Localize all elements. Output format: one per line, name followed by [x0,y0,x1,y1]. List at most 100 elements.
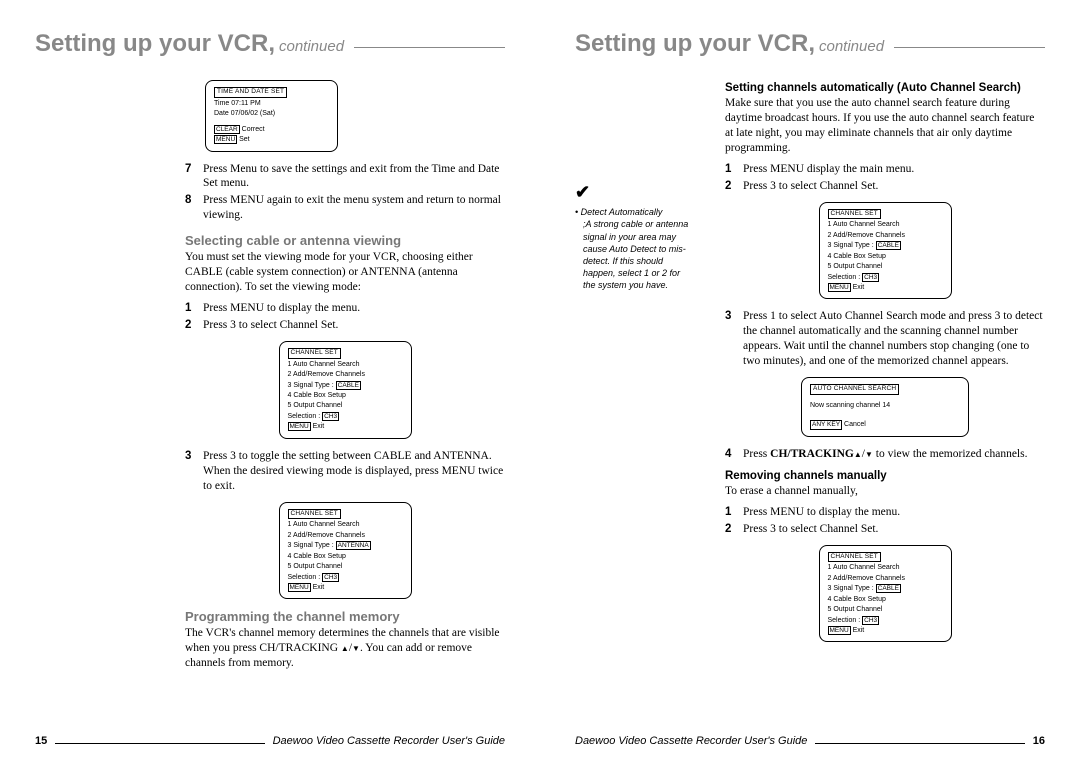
osd-title: AUTO CHANNEL SEARCH [810,384,899,395]
title-main: Setting up your VCR, [35,30,275,58]
osd-title: CHANNEL SET [288,509,341,520]
osd-row: MENU Exit [828,283,943,292]
osd-row: 1 Auto Channel Search [828,563,943,572]
footer-left: 15 Daewoo Video Cassette Recorder User's… [35,735,505,747]
step-number: 7 [185,162,203,192]
osd-channel-set-2: CHANNEL SET 1 Auto Channel Search 2 Add/… [819,545,952,643]
step-bold: CH/TRACKING [770,448,854,460]
osd-btn: MENU [828,283,851,292]
osd-row: Selection : CH3 [828,616,943,625]
osd-row: 5 Output Channel [288,562,403,571]
osd-label: Set [237,136,249,143]
osd-label: Exit [311,423,325,430]
step-1b: 1 Press MENU to display the menu. [725,505,1045,520]
step-number: 1 [185,301,203,316]
osd-row: 5 Output Channel [828,262,943,271]
osd-row: 3 Signal Type : ANTENNA [288,541,403,550]
osd-row: Now scanning channel 14 [810,401,960,410]
osd-label: Selection : [828,274,863,281]
osd-auto-channel-search: AUTO CHANNEL SEARCH Now scanning channel… [801,377,969,437]
osd-channel-set-cable: CHANNEL SET 1 Auto Channel Search 2 Add/… [279,341,412,439]
osd-channel-set-antenna: CHANNEL SET 1 Auto Channel Search 2 Add/… [279,502,412,600]
osd-btn: MENU [214,135,237,144]
osd-label: 3 Signal Type : [288,382,336,389]
step-number: 2 [185,318,203,333]
osd-row: 5 Output Channel [828,605,943,614]
osd-row: Time 07:11 PM [214,99,329,108]
page-number: 16 [1033,735,1045,747]
osd-label: Exit [851,627,865,634]
page-title-left: Setting up your VCR, continued [35,30,505,58]
osd-value: CH3 [862,273,879,282]
osd-label: Selection : [828,617,863,624]
footer-title: Daewoo Video Cassette Recorder User's Gu… [575,735,807,747]
osd-value: CABLE [336,381,361,390]
osd-row: MENU Exit [288,422,403,431]
osd-value: CH3 [322,573,339,582]
title-rule [354,47,505,48]
note-head-text: Detect Automatically [581,207,663,217]
osd-row: 3 Signal Type : CABLE [828,241,943,250]
step-2: 2 Press 3 to select Channel Set. [185,318,505,333]
step-text: Press 3 to toggle the setting between CA… [203,449,505,494]
osd-row: 3 Signal Type : CABLE [288,381,403,390]
osd-time-date: TIME AND DATE SET Time 07:11 PM Date 07/… [205,80,338,152]
osd-label: 3 Signal Type : [288,542,336,549]
step-2b: 2 Press 3 to select Channel Set. [725,522,1045,537]
osd-label: Selection : [288,574,323,581]
step-part: to view the memorized channels. [873,448,1028,460]
footer-rule [55,743,264,744]
triangle-down-icon [865,448,873,460]
osd-row: Date 07/06/02 (Sat) [214,109,329,118]
osd-title: CHANNEL SET [828,552,881,563]
osd-row: Selection : CH3 [288,412,403,421]
step-text: Press MENU to display the menu. [203,301,505,316]
step-number: 1 [725,505,743,520]
osd-title: CHANNEL SET [288,348,341,359]
footer-right: Daewoo Video Cassette Recorder User's Gu… [575,735,1045,747]
osd-row: 3 Signal Type : CABLE [828,584,943,593]
osd-btn: ANY KEY [810,420,842,429]
osd-label: Cancel [842,421,866,428]
left-page: Setting up your VCR, continued TIME AND … [0,0,540,763]
page-title-right: Setting up your VCR, continued [575,30,1045,58]
section-heading: Setting channels automatically (Auto Cha… [725,82,1045,94]
osd-row: MENU Exit [288,583,403,592]
section-heading: Selecting cable or antenna viewing [185,233,505,248]
step-4: 4 Press CH/TRACKING/ to view the memoriz… [725,447,1045,462]
step-number: 1 [725,162,743,177]
step-2: 2 Press 3 to select Channel Set. [725,179,1045,194]
step-number: 3 [725,309,743,369]
section-body: To erase a channel manually, [725,484,1045,499]
right-page: Setting up your VCR, continued ✔ • Detec… [540,0,1080,763]
step-3: 3 Press 3 to toggle the setting between … [185,449,505,494]
osd-row: MENU Exit [828,626,943,635]
step-8: 8 Press MENU again to exit the menu syst… [185,193,505,223]
step-text: Press MENU to display the menu. [743,505,1045,520]
osd-label: 3 Signal Type : [828,242,876,249]
osd-row: 4 Cable Box Setup [288,552,403,561]
osd-row: 5 Output Channel [288,401,403,410]
check-icon: ✔ [575,180,695,204]
step-text: Press MENU again to exit the menu system… [203,193,505,223]
triangle-up-icon [854,448,862,460]
section-body: You must set the viewing mode for your V… [185,250,505,295]
osd-value: CABLE [876,241,901,250]
title-continued: continued [279,38,344,55]
osd-btn: CLEAR [214,125,240,134]
osd-value: CH3 [322,412,339,421]
osd-label: Selection : [288,413,323,420]
osd-row: Selection : CH3 [288,573,403,582]
step-text: Press 3 to select Channel Set. [743,522,1045,537]
osd-btn: MENU [288,583,311,592]
step-number: 3 [185,449,203,494]
title-continued: continued [819,38,884,55]
step-text: Press CH/TRACKING/ to view the memorized… [743,447,1045,462]
osd-row: 4 Cable Box Setup [288,391,403,400]
osd-label: Exit [851,284,865,291]
step-7: 7 Press Menu to save the settings and ex… [185,162,505,192]
step-part: Press [743,448,770,460]
osd-value: CH3 [862,616,879,625]
step-1: 1 Press MENU display the main menu. [725,162,1045,177]
osd-btn: MENU [828,626,851,635]
